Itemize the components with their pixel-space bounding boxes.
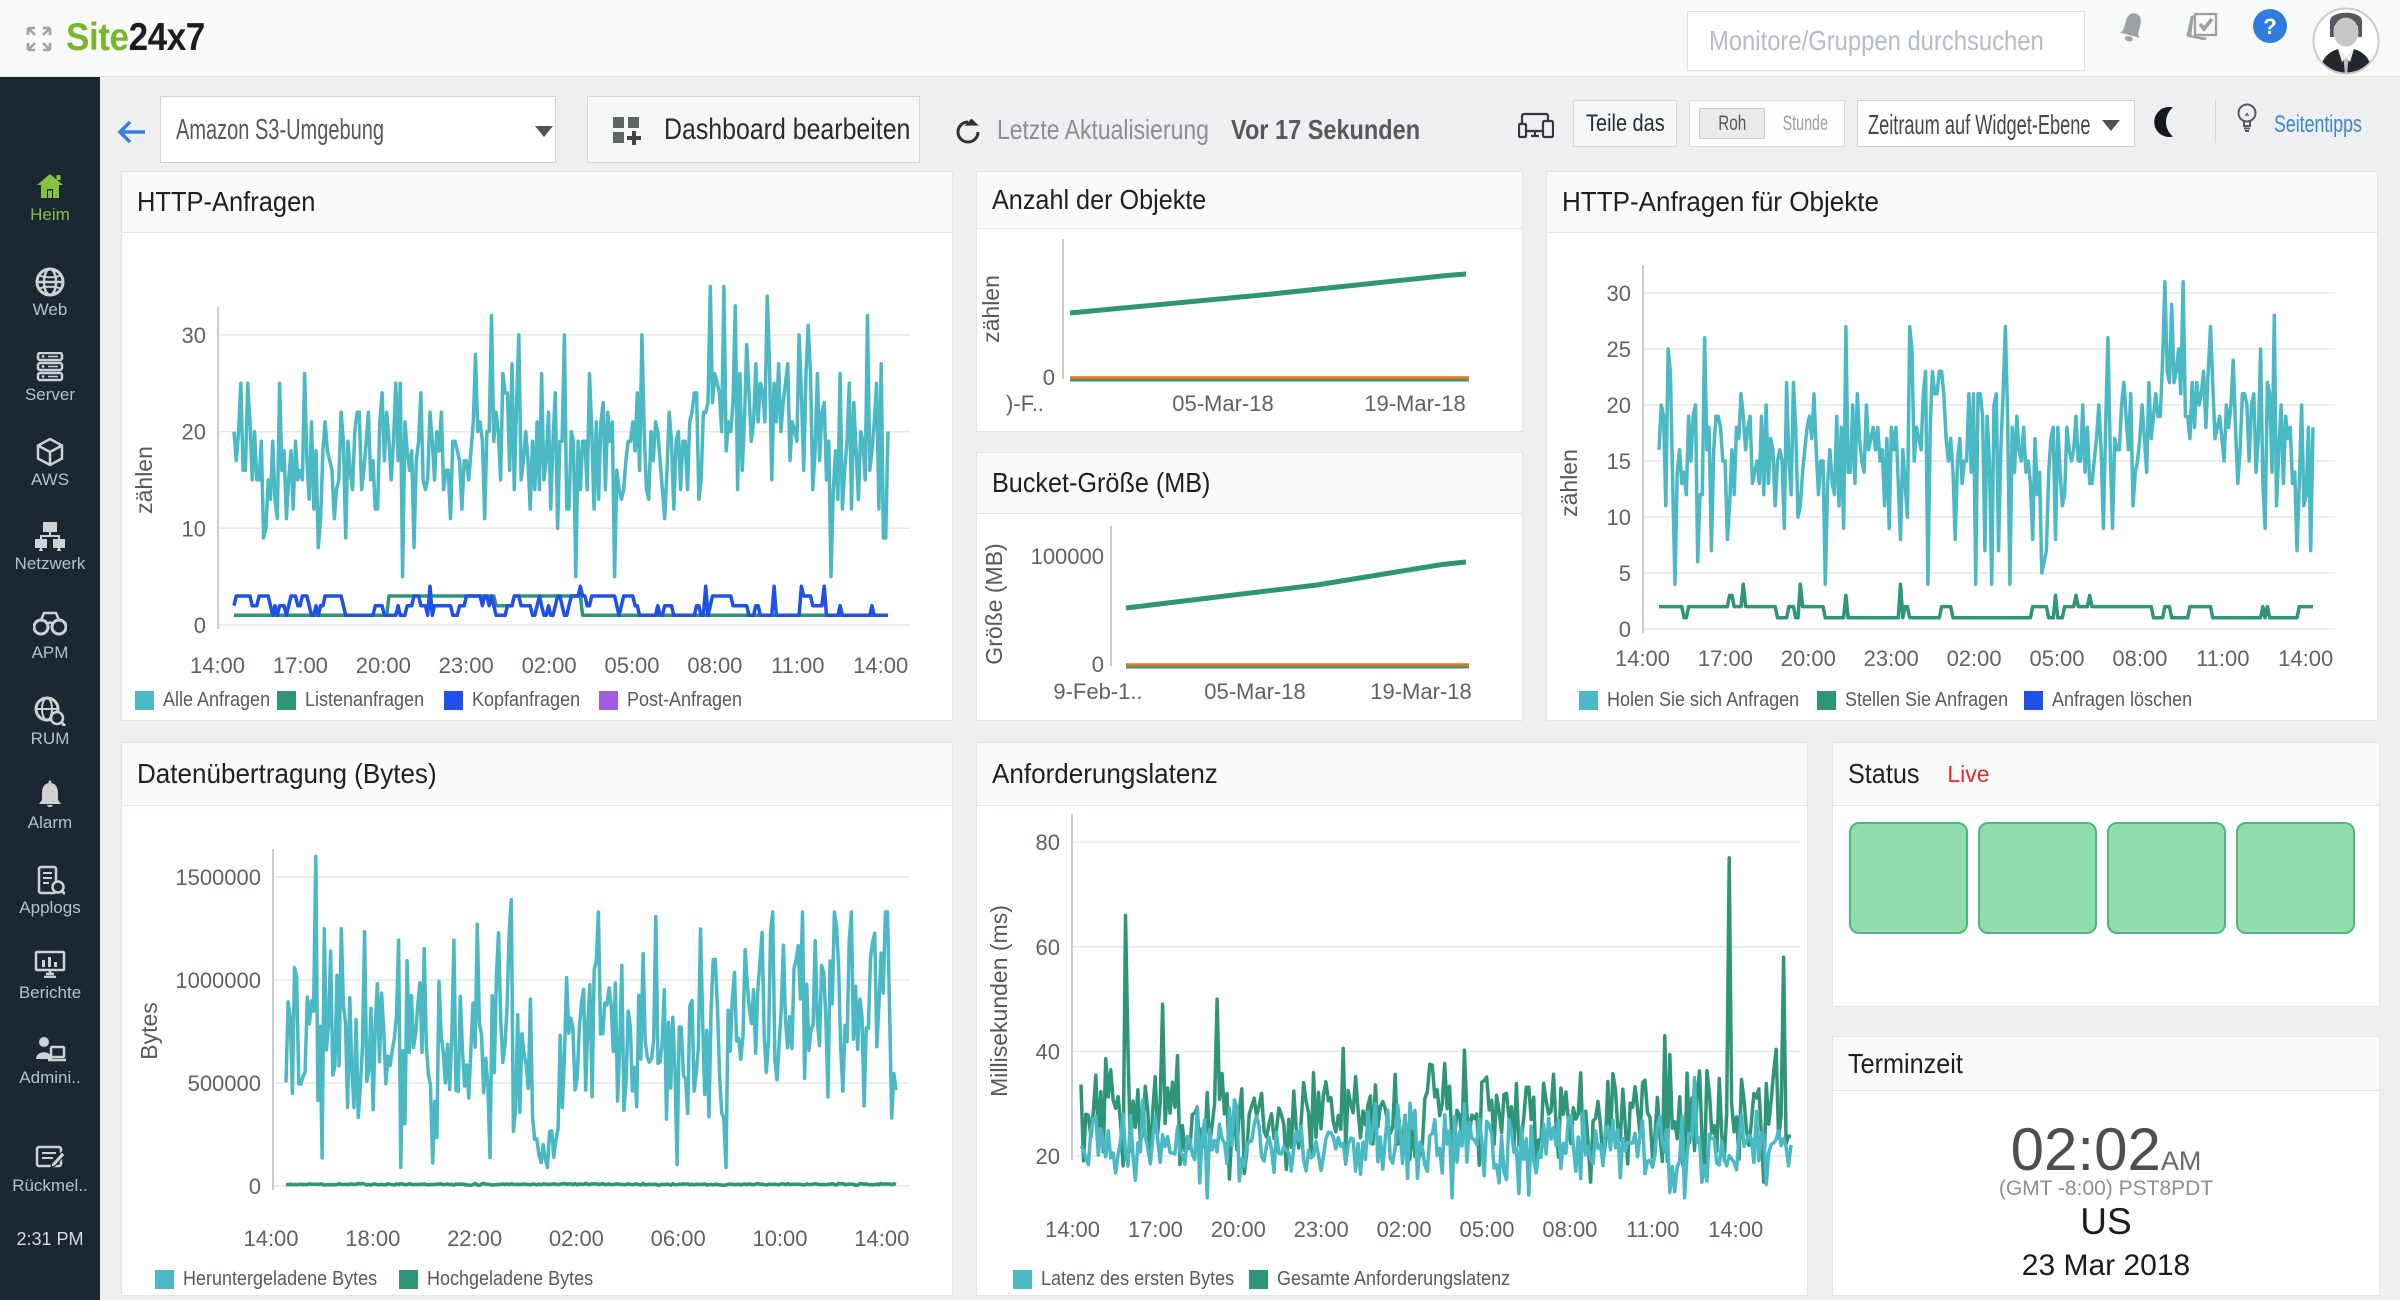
svg-text:Millisekunden (ms): Millisekunden (ms): [986, 905, 1012, 1097]
svg-text:100000: 100000: [1031, 544, 1104, 569]
svg-text:10: 10: [182, 516, 206, 541]
svg-text:14:00: 14:00: [1045, 1217, 1100, 1242]
svg-text:20: 20: [1607, 393, 1631, 418]
svg-text:1500000: 1500000: [175, 865, 261, 890]
svg-text:08:00: 08:00: [2112, 646, 2167, 671]
svg-text:5: 5: [1619, 561, 1631, 586]
svg-text:0: 0: [194, 613, 206, 638]
svg-text:11:00: 11:00: [771, 653, 824, 678]
svg-text:zählen: zählen: [1556, 449, 1582, 517]
svg-text:80: 80: [1036, 830, 1060, 855]
svg-text:02:00: 02:00: [549, 1226, 604, 1251]
svg-text:0: 0: [249, 1174, 261, 1199]
svg-text:0: 0: [1043, 365, 1055, 390]
svg-text:10: 10: [1607, 505, 1631, 530]
svg-text:22:00: 22:00: [447, 1226, 502, 1251]
svg-text:17:00: 17:00: [1128, 1217, 1183, 1242]
svg-text:Größe (MB): Größe (MB): [981, 543, 1007, 664]
svg-text:20:00: 20:00: [1781, 646, 1836, 671]
svg-text:05-Mar-18: 05-Mar-18: [1204, 679, 1305, 704]
svg-text:30: 30: [182, 323, 206, 348]
svg-text:500000: 500000: [188, 1071, 261, 1096]
svg-text:18:00: 18:00: [345, 1226, 400, 1251]
svg-text:0: 0: [1619, 617, 1631, 642]
svg-text:20: 20: [182, 420, 206, 445]
svg-text:25: 25: [1607, 337, 1631, 362]
svg-text:30: 30: [1607, 281, 1631, 306]
svg-text:14:00: 14:00: [853, 653, 908, 678]
svg-text:10:00: 10:00: [752, 1226, 807, 1251]
svg-text:Bytes: Bytes: [136, 1002, 162, 1060]
svg-text:02:00: 02:00: [522, 653, 577, 678]
svg-text:19-Mar-18: 19-Mar-18: [1370, 679, 1471, 704]
svg-text:02:00: 02:00: [1947, 646, 2002, 671]
svg-text:?: ?: [2263, 14, 2276, 39]
svg-text:02:00: 02:00: [1377, 1217, 1432, 1242]
svg-text:19-Mar-18: 19-Mar-18: [1364, 391, 1465, 416]
svg-text:9-Feb-1..: 9-Feb-1..: [1053, 679, 1142, 704]
svg-text:23:00: 23:00: [439, 653, 494, 678]
svg-text:zählen: zählen: [978, 275, 1004, 343]
svg-text:23:00: 23:00: [1294, 1217, 1349, 1242]
svg-text:14:00: 14:00: [2278, 646, 2333, 671]
svg-text:11:00: 11:00: [2196, 646, 2249, 671]
svg-text:23:00: 23:00: [1864, 646, 1919, 671]
svg-text:20:00: 20:00: [1211, 1217, 1266, 1242]
svg-text:06:00: 06:00: [651, 1226, 706, 1251]
svg-text:17:00: 17:00: [273, 653, 328, 678]
svg-text:11:00: 11:00: [1626, 1217, 1679, 1242]
svg-text:20:00: 20:00: [356, 653, 411, 678]
svg-text:)-F..: )-F..: [1006, 391, 1044, 416]
svg-text:14:00: 14:00: [243, 1226, 298, 1251]
svg-text:05:00: 05:00: [604, 653, 659, 678]
svg-text:14:00: 14:00: [190, 653, 245, 678]
svg-text:0: 0: [1092, 652, 1104, 677]
svg-text:08:00: 08:00: [687, 653, 742, 678]
svg-text:17:00: 17:00: [1698, 646, 1753, 671]
svg-text:14:00: 14:00: [854, 1226, 909, 1251]
svg-text:40: 40: [1036, 1039, 1060, 1064]
svg-text:05-Mar-18: 05-Mar-18: [1172, 391, 1273, 416]
svg-text:14:00: 14:00: [1615, 646, 1670, 671]
svg-text:60: 60: [1036, 935, 1060, 960]
svg-text:08:00: 08:00: [1542, 1217, 1597, 1242]
svg-text:05:00: 05:00: [2029, 646, 2084, 671]
svg-text:14:00: 14:00: [1708, 1217, 1763, 1242]
svg-text:20: 20: [1036, 1144, 1060, 1169]
svg-text:zählen: zählen: [131, 446, 157, 514]
svg-text:05:00: 05:00: [1459, 1217, 1514, 1242]
svg-text:1000000: 1000000: [175, 968, 261, 993]
svg-text:15: 15: [1607, 449, 1631, 474]
